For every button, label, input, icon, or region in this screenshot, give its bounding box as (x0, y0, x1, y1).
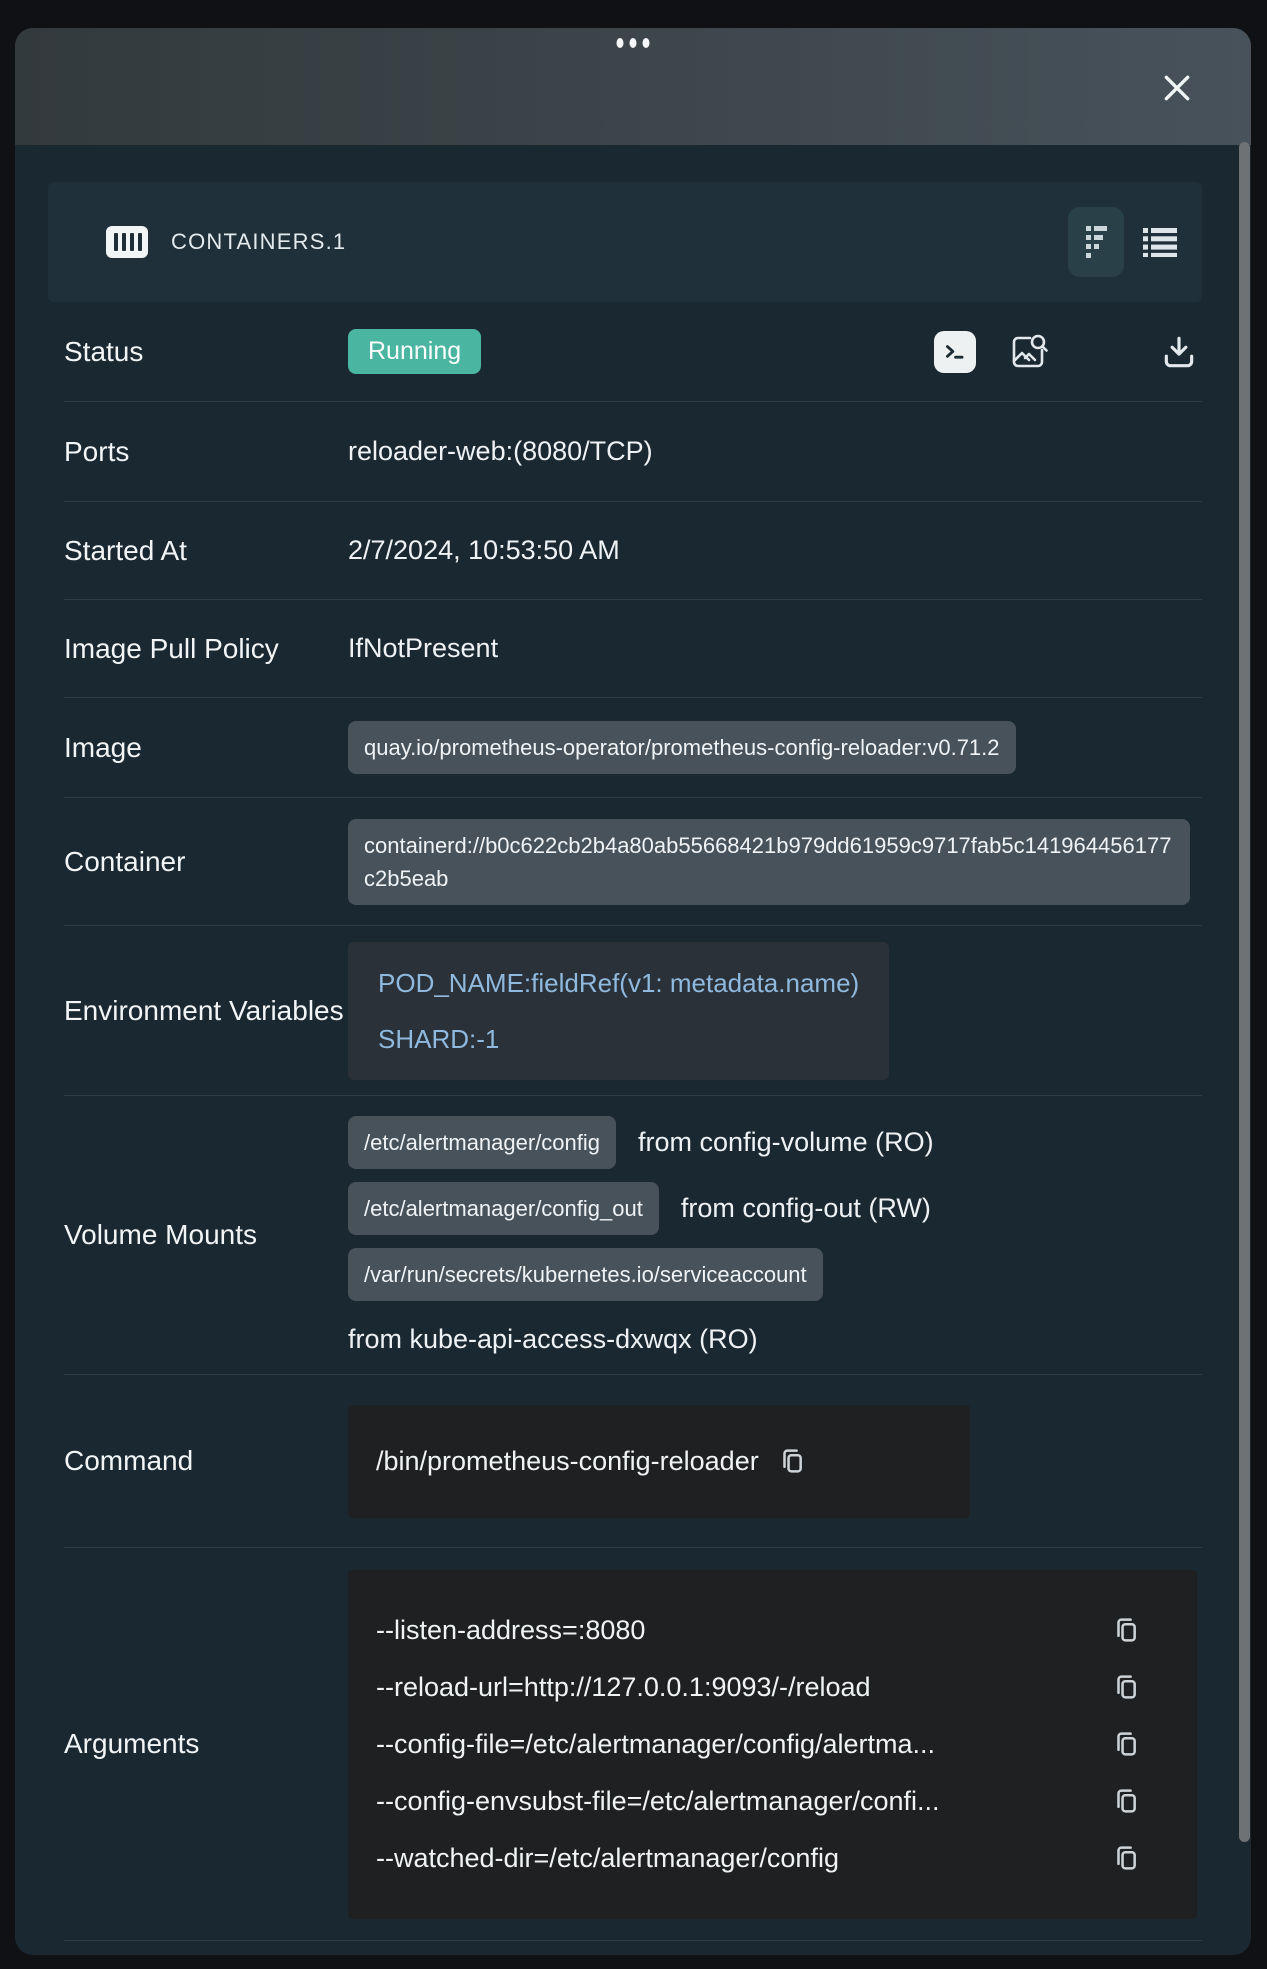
copy-icon (1111, 1843, 1141, 1873)
argument-item: --listen-address=:8080 (376, 1602, 1141, 1659)
argument-item: --config-envsubst-file=/etc/alertmanager… (376, 1773, 1141, 1830)
copy-icon (1111, 1729, 1141, 1759)
image-search-icon (1008, 332, 1048, 372)
terminal-icon (942, 339, 968, 365)
download-icon (1160, 333, 1198, 371)
status-badge: Running (348, 329, 481, 374)
mount-path-chip: /etc/alertmanager/config_out (348, 1182, 659, 1235)
view-toggle-group (1068, 207, 1188, 277)
argument-value: --listen-address=:8080 (376, 1615, 645, 1646)
command-label: Command (64, 1441, 348, 1480)
copy-command-button[interactable] (777, 1446, 807, 1476)
environment-variables-box: POD_NAME:fieldRef(v1: metadata.name) SHA… (348, 942, 889, 1080)
ports-row: Ports reloader-web:(8080/TCP) (64, 402, 1202, 502)
status-row: Status Running (64, 302, 1202, 402)
copy-icon (777, 1446, 807, 1476)
mount-source: from kube-api-access-dxwqx (RO) (348, 1324, 758, 1355)
modal-header (15, 28, 1251, 145)
container-row: Container containerd://b0c622cb2b4a80ab5… (64, 798, 1202, 926)
vertical-scrollbar-thumb[interactable] (1239, 142, 1250, 1842)
terminal-button[interactable] (934, 331, 976, 373)
list-view-toggle[interactable] (1132, 207, 1188, 277)
arguments-label: Arguments (64, 1724, 348, 1763)
close-x-icon (1161, 72, 1193, 104)
command-value: /bin/prometheus-config-reloader (376, 1446, 759, 1477)
details-rows: Status Running (64, 302, 1202, 1941)
copy-argument-button[interactable] (1111, 1843, 1141, 1873)
volume-mount: /etc/alertmanager/config_out from config… (348, 1182, 931, 1235)
section-title: CONTAINERS.1 (171, 229, 346, 255)
argument-value: --reload-url=http://127.0.0.1:9093/-/rel… (376, 1672, 871, 1703)
volume-mounts-label: Volume Mounts (64, 1215, 348, 1254)
mount-path-chip: /etc/alertmanager/config (348, 1116, 616, 1169)
mount-source: from config-volume (RO) (638, 1127, 934, 1158)
argument-value: --config-envsubst-file=/etc/alertmanager… (376, 1786, 940, 1817)
container-actions (934, 331, 1198, 373)
container-id-chip: containerd://b0c622cb2b4a80ab55668421b97… (348, 819, 1190, 905)
close-button[interactable] (1155, 66, 1199, 110)
environment-variables-row: Environment Variables POD_NAME:fieldRef(… (64, 926, 1202, 1096)
started-at-row: Started At 2/7/2024, 10:53:50 AM (64, 502, 1202, 600)
list-view-icon (1142, 227, 1178, 257)
containers-section-header: CONTAINERS.1 (48, 182, 1202, 302)
copy-argument-button[interactable] (1111, 1729, 1141, 1759)
detail-view-toggle[interactable] (1068, 207, 1124, 277)
command-row: Command /bin/prometheus-config-reloader (64, 1375, 1202, 1548)
ports-label: Ports (64, 432, 348, 471)
container-label: Container (64, 842, 348, 881)
env-var: POD_NAME:fieldRef(v1: metadata.name) (378, 970, 859, 996)
argument-value: --config-file=/etc/alertmanager/config/a… (376, 1729, 935, 1760)
copy-argument-button[interactable] (1111, 1672, 1141, 1702)
volume-mounts-row: Volume Mounts /etc/alertmanager/config f… (64, 1096, 1202, 1375)
copy-icon (1111, 1672, 1141, 1702)
mount-path-chip: /var/run/secrets/kubernetes.io/serviceac… (348, 1248, 823, 1301)
started-at-value: 2/7/2024, 10:53:50 AM (348, 535, 1202, 566)
env-var: SHARD:-1 (378, 1026, 859, 1052)
copy-icon (1111, 1615, 1141, 1645)
volume-mount: /etc/alertmanager/config from config-vol… (348, 1116, 934, 1169)
ellipsis-drag-handle-icon[interactable] (613, 34, 654, 52)
copy-argument-button[interactable] (1111, 1615, 1141, 1645)
volume-mount: /var/run/secrets/kubernetes.io/serviceac… (348, 1248, 823, 1301)
argument-item: --config-file=/etc/alertmanager/config/a… (376, 1716, 1141, 1773)
arguments-row: Arguments --listen-address=:8080 --reloa… (64, 1548, 1202, 1941)
image-pull-policy-value: IfNotPresent (348, 633, 1202, 664)
mount-source: from config-out (RW) (681, 1193, 931, 1224)
image-search-button[interactable] (1008, 332, 1048, 372)
download-button[interactable] (1160, 333, 1198, 371)
volume-mounts-list: /etc/alertmanager/config from config-vol… (348, 1116, 934, 1355)
argument-value: --watched-dir=/etc/alertmanager/config (376, 1843, 839, 1874)
argument-item: --reload-url=http://127.0.0.1:9093/-/rel… (376, 1659, 1141, 1716)
status-label: Status (64, 332, 348, 371)
ports-value: reloader-web:(8080/TCP) (348, 436, 1202, 467)
image-label: Image (64, 728, 348, 767)
detail-view-icon (1081, 224, 1111, 260)
argument-item: --watched-dir=/etc/alertmanager/config (376, 1830, 1141, 1887)
container-icon (105, 225, 149, 259)
command-box: /bin/prometheus-config-reloader (348, 1405, 970, 1518)
copy-argument-button[interactable] (1111, 1786, 1141, 1816)
copy-icon (1111, 1786, 1141, 1816)
container-details-modal: CONTAINERS.1 Status (15, 28, 1251, 1955)
image-row: Image quay.io/prometheus-operator/promet… (64, 698, 1202, 798)
image-chip: quay.io/prometheus-operator/prometheus-c… (348, 721, 1016, 774)
arguments-box: --listen-address=:8080 --reload-url=http… (348, 1570, 1197, 1919)
image-pull-policy-row: Image Pull Policy IfNotPresent (64, 600, 1202, 698)
started-at-label: Started At (64, 531, 348, 570)
image-pull-policy-label: Image Pull Policy (64, 629, 348, 668)
environment-variables-label: Environment Variables (64, 991, 348, 1030)
